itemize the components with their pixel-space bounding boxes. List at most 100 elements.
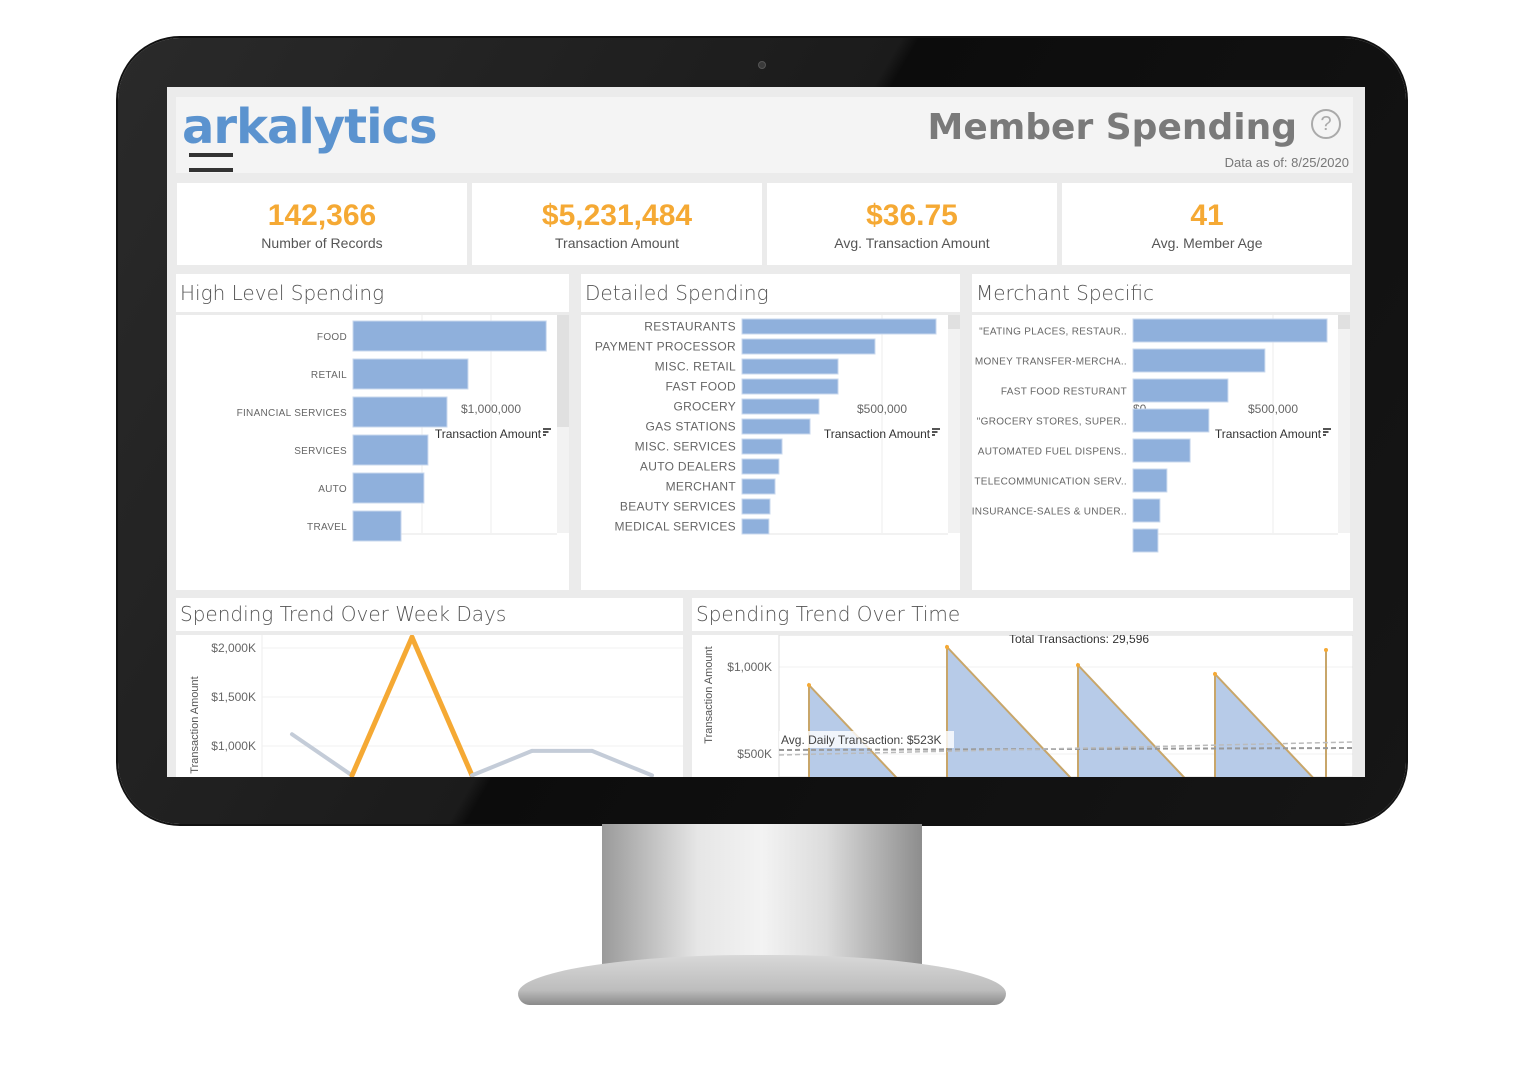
sort-icon bbox=[543, 428, 551, 430]
page-title: Member Spending bbox=[927, 107, 1297, 148]
kpi-label: Transaction Amount bbox=[555, 235, 679, 251]
webcam bbox=[758, 61, 766, 69]
y-axis-title: Transaction Amount bbox=[189, 676, 201, 773]
scrollbar-thumb bbox=[948, 315, 960, 329]
bar-label: TELECOMMUNICATION SERV.. bbox=[974, 477, 1127, 488]
bar-label: MISC. RETAIL bbox=[655, 360, 736, 374]
bar bbox=[1132, 408, 1210, 433]
bar-label: AUTO DEALERS bbox=[640, 460, 736, 474]
sort-icon bbox=[932, 434, 935, 436]
bar bbox=[1132, 468, 1168, 493]
bar bbox=[1132, 438, 1191, 463]
bar bbox=[741, 518, 770, 535]
sort-icon bbox=[543, 431, 549, 433]
bar-label: RESTAURANTS bbox=[644, 320, 736, 334]
bar-label: FOOD bbox=[317, 332, 347, 343]
y-tick-label: $1,000K bbox=[727, 660, 772, 674]
bar bbox=[741, 378, 839, 395]
bar bbox=[352, 358, 469, 390]
sort-icon bbox=[1323, 434, 1326, 436]
dashboard-screen: arkalytics Member Spending ? Data as of:… bbox=[167, 87, 1365, 777]
line-segment bbox=[349, 635, 415, 777]
kpi-value: 41 bbox=[1190, 199, 1224, 232]
scrollbar bbox=[1338, 315, 1350, 533]
bar bbox=[1132, 318, 1328, 343]
kpi-value: $5,231,484 bbox=[541, 199, 693, 232]
bar bbox=[741, 398, 820, 415]
line-segment bbox=[470, 748, 534, 777]
bar bbox=[741, 318, 937, 335]
bar-label: PAYMENT PROCESSOR bbox=[595, 340, 736, 354]
panel-title-over-time: Spending Trend Over Time bbox=[692, 598, 1353, 631]
monitor-stand bbox=[602, 824, 922, 974]
bar bbox=[1132, 498, 1161, 523]
bar bbox=[741, 458, 780, 475]
bar-label: AUTO bbox=[318, 484, 347, 495]
merchant-bar-chart: $0$500,000"EATING PLACES, RESTAUR..MONEY… bbox=[972, 315, 1350, 590]
high-level-bar-chart: $0$500,000$1,000,000FOODRETAILFINANCIAL … bbox=[176, 315, 569, 590]
peak-point bbox=[807, 683, 811, 688]
bar-label: BEAUTY SERVICES bbox=[620, 500, 736, 514]
kpi-transaction-amount: $5,231,484 Transaction Amount bbox=[472, 183, 762, 265]
kpi-avg-age: 41 Avg. Member Age bbox=[1062, 183, 1352, 265]
x-tick-label: $500,000 bbox=[857, 402, 907, 416]
avg-label: Avg. Daily Transaction: $523K bbox=[781, 733, 942, 747]
kpi-records: 142,366 Number of Records bbox=[177, 183, 467, 265]
data-as-of-date: 8/25/2020 bbox=[1291, 155, 1349, 170]
kpi-label: Avg. Transaction Amount bbox=[834, 235, 990, 251]
sort-icon bbox=[543, 434, 546, 436]
peak-point bbox=[1213, 671, 1217, 676]
line-segment bbox=[409, 635, 475, 777]
bar-label: INSURANCE-SALES & UNDER.. bbox=[972, 507, 1127, 518]
bar bbox=[741, 358, 839, 375]
bar bbox=[352, 396, 448, 428]
bar-label: MERCHANT bbox=[666, 480, 737, 494]
panel-title-detailed: Detailed Spending bbox=[581, 274, 960, 312]
question-circle-icon[interactable]: ? bbox=[1311, 109, 1341, 139]
bar bbox=[352, 510, 402, 542]
bar bbox=[352, 434, 429, 466]
sort-icon bbox=[1323, 428, 1331, 430]
x-tick-label: $1,000,000 bbox=[461, 402, 521, 416]
bar-label: FINANCIAL SERVICES bbox=[237, 408, 347, 419]
monitor-base bbox=[518, 955, 1006, 1005]
y-tick-label: $1,000K bbox=[211, 739, 256, 753]
y-tick-label: $500K bbox=[737, 747, 772, 761]
bar-label: TRAVEL bbox=[307, 522, 347, 533]
bar bbox=[741, 478, 776, 495]
x-tick-label: $500,000 bbox=[1248, 402, 1298, 416]
logo: arkalytics bbox=[182, 99, 438, 155]
data-as-of: Data as of: 8/25/2020 bbox=[1225, 155, 1349, 170]
bar bbox=[352, 472, 425, 504]
peak-point bbox=[1076, 663, 1080, 668]
panel-title-merchant: Merchant Specific bbox=[972, 274, 1350, 312]
header: arkalytics Member Spending ? Data as of:… bbox=[176, 97, 1353, 187]
data-as-of-label: Data as of: bbox=[1224, 155, 1288, 170]
kpi-label: Avg. Member Age bbox=[1151, 235, 1263, 251]
bar-label: RETAIL bbox=[311, 370, 347, 381]
bar-label: MONEY TRANSFER-MERCHA.. bbox=[975, 357, 1127, 368]
line-segment bbox=[590, 748, 654, 777]
kpi-value: 142,366 bbox=[267, 199, 377, 232]
x-axis-title: Transaction Amount bbox=[824, 427, 931, 441]
bar-label: AUTOMATED FUEL DISPENS.. bbox=[978, 447, 1127, 458]
scrollbar-thumb bbox=[1338, 315, 1350, 329]
bar bbox=[352, 320, 547, 352]
panel-title-high-level: High Level Spending bbox=[176, 274, 569, 312]
peak-point bbox=[1324, 647, 1328, 652]
bar-label: SERVICES bbox=[294, 446, 347, 457]
bar-label: FAST FOOD bbox=[666, 380, 737, 394]
bar-label: FAST FOOD RESTURANT bbox=[1001, 387, 1127, 398]
bar bbox=[741, 418, 811, 435]
kpi-value: $36.75 bbox=[866, 199, 958, 232]
sort-icon bbox=[932, 431, 938, 433]
y-tick-label: $1,500K bbox=[211, 690, 256, 704]
x-axis-title: Transaction Amount bbox=[435, 427, 542, 441]
bar bbox=[741, 338, 876, 355]
kpi-label: Number of Records bbox=[261, 235, 383, 251]
week-days-line-chart: $1,000K $1,500K $2,000K Transaction Amount bbox=[176, 635, 683, 777]
x-axis-title: Transaction Amount bbox=[1215, 427, 1322, 441]
bar bbox=[1132, 528, 1159, 553]
area-segment bbox=[1214, 671, 1314, 777]
bar-label: "GROCERY STORES, SUPER.. bbox=[977, 417, 1127, 428]
